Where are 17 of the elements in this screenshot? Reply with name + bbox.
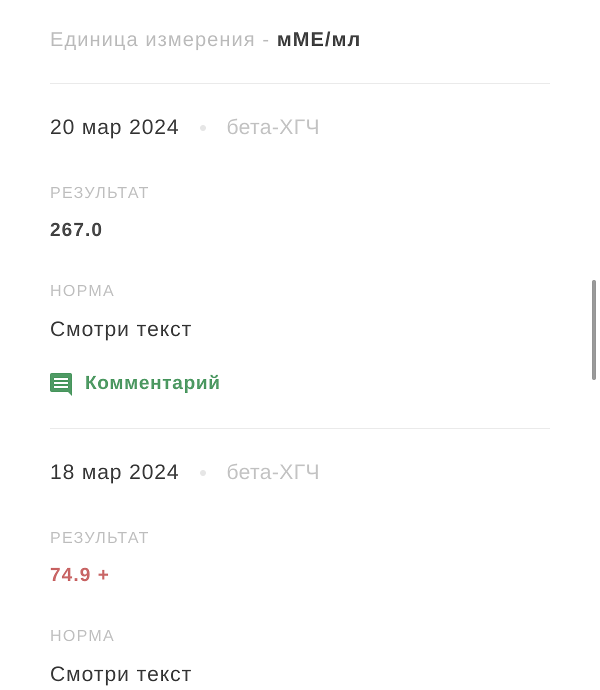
- norm-label: НОРМА: [50, 283, 115, 301]
- result-label: РЕЗУЛЬТАТ: [50, 530, 150, 548]
- norm-value: Смотри текст: [50, 318, 192, 342]
- norm-value: Смотри текст: [50, 663, 192, 687]
- test-name: бета-ХГЧ: [226, 116, 320, 140]
- norm-label: НОРМА: [50, 628, 115, 646]
- dot-icon: [200, 125, 206, 131]
- result-label: РЕЗУЛЬТАТ: [50, 185, 150, 203]
- result-value: 267.0: [50, 220, 104, 242]
- result-date: 20 мар 2024: [50, 116, 180, 140]
- unit-note: Единица измерения - мМЕ/мл: [50, 28, 362, 52]
- result-value: 74.9 +: [50, 565, 110, 587]
- result-date: 18 мар 2024: [50, 461, 180, 485]
- comment-link[interactable]: Комментарий: [50, 372, 221, 396]
- comment-icon: [50, 372, 72, 396]
- test-name: бета-ХГЧ: [226, 461, 320, 485]
- dot-icon: [200, 470, 206, 476]
